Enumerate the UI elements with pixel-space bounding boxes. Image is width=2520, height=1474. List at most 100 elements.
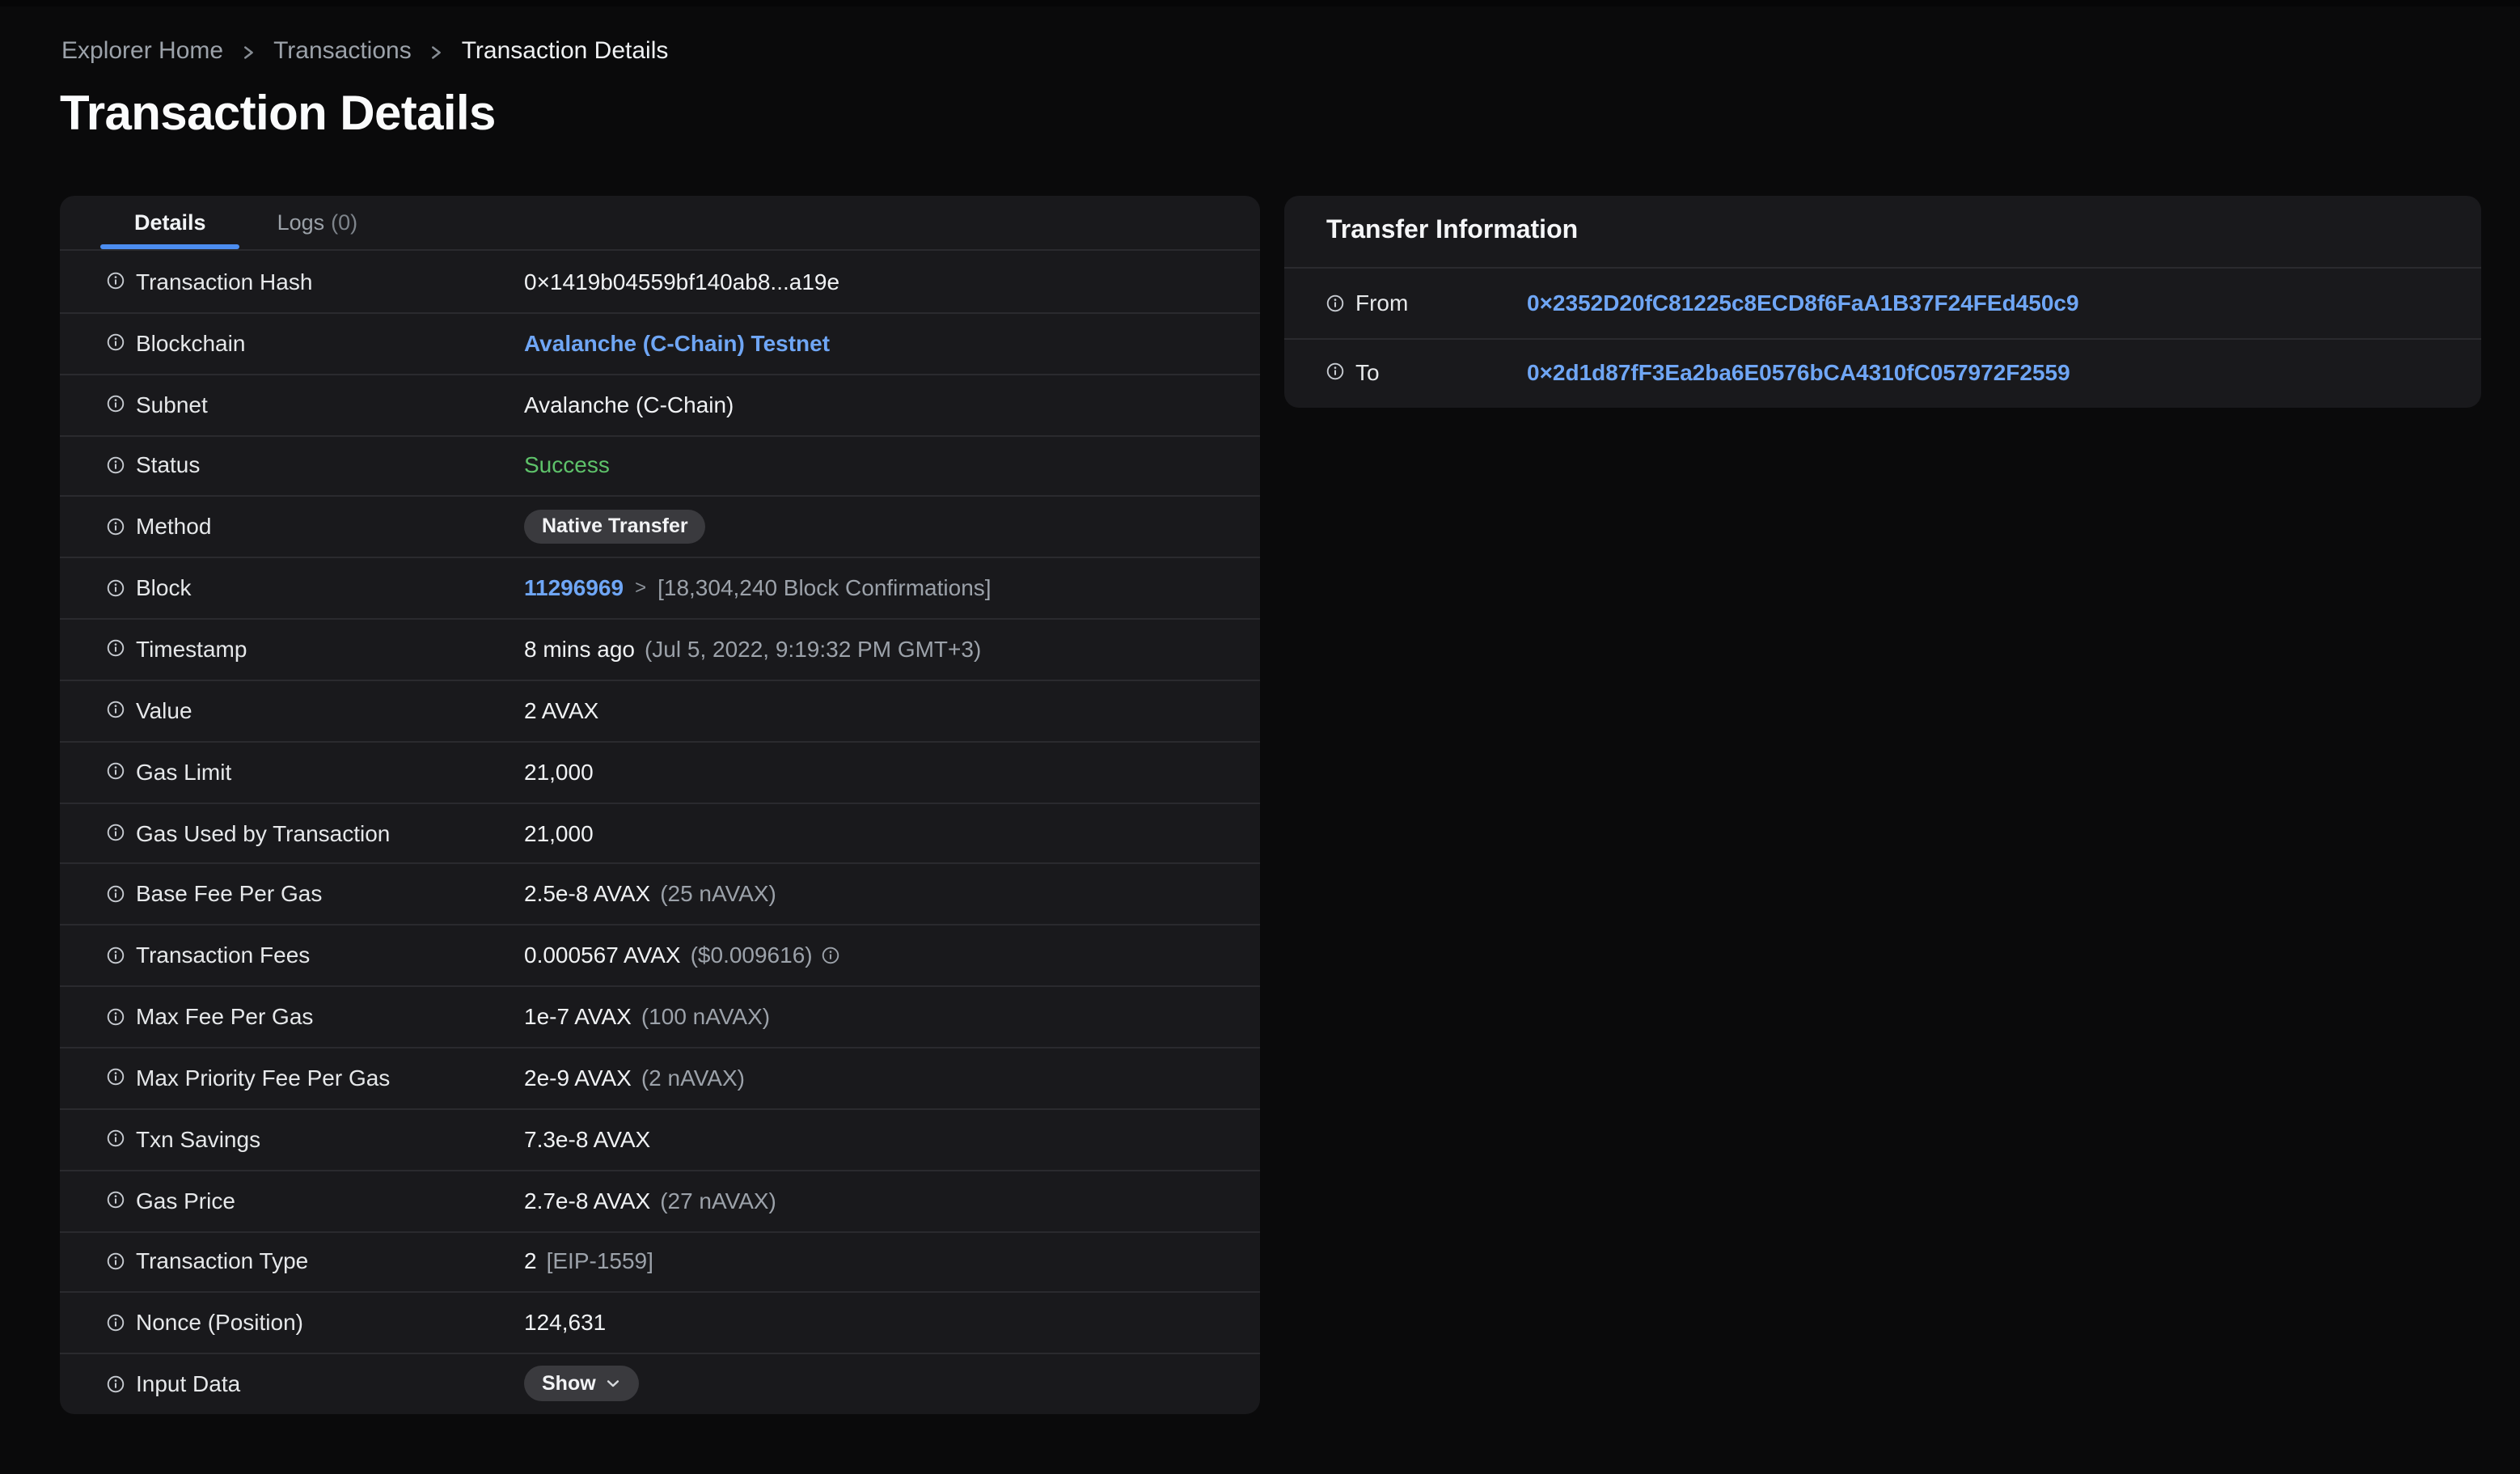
page-title: Transaction Details bbox=[60, 87, 496, 141]
detail-row: Subnet Avalanche (C-Chain) bbox=[60, 373, 1260, 434]
block-link[interactable]: 11296969 bbox=[524, 574, 624, 600]
row-label: Input Data bbox=[136, 1370, 241, 1397]
method-badge: Native Transfer bbox=[524, 510, 706, 544]
chevron-down-icon bbox=[606, 1375, 622, 1391]
info-icon[interactable] bbox=[107, 334, 125, 352]
detail-row: Base Fee Per Gas 2.5e-8 AVAX (25 nAVAX) bbox=[60, 862, 1260, 925]
value-text: 2e-9 AVAX bbox=[524, 1064, 632, 1091]
info-icon[interactable] bbox=[107, 1191, 125, 1209]
chevron-right-icon bbox=[239, 43, 257, 61]
detail-row: Max Priority Fee Per Gas 2e-9 AVAX (2 nAVA… bbox=[60, 1046, 1260, 1108]
value-text: 2.7e-8 AVAX bbox=[524, 1187, 651, 1214]
value-text: 21,000 bbox=[524, 820, 594, 846]
value-secondary: (25 nAVAX) bbox=[660, 880, 776, 907]
info-icon[interactable] bbox=[1326, 294, 1344, 312]
info-icon[interactable] bbox=[107, 1252, 125, 1270]
row-value: 2e-9 AVAX (2 nAVAX) bbox=[524, 1065, 745, 1091]
info-icon[interactable] bbox=[107, 1374, 125, 1392]
info-icon[interactable] bbox=[107, 885, 125, 903]
detail-row: Timestamp 8 mins ago (Jul 5, 2022, 9:19:32… bbox=[60, 618, 1260, 680]
info-icon[interactable] bbox=[107, 456, 125, 474]
chevron-separator: > bbox=[635, 576, 647, 599]
row-label: Nonce (Position) bbox=[136, 1309, 303, 1336]
info-icon[interactable] bbox=[107, 395, 125, 413]
detail-row: Input Data Show bbox=[60, 1353, 1260, 1414]
tab-logs[interactable]: Logs (0) bbox=[242, 196, 394, 249]
info-icon[interactable] bbox=[107, 273, 125, 290]
detail-row: Max Fee Per Gas 1e-7 AVAX (100 nAVAX) bbox=[60, 985, 1260, 1047]
value-text: 21,000 bbox=[524, 758, 594, 785]
row-value: Native Transfer bbox=[524, 510, 706, 544]
row-value: 0×1419b04559bf140ab8...a19e bbox=[524, 269, 839, 294]
row-value: Success bbox=[524, 452, 610, 478]
page: Explorer Home Transactions Transaction D… bbox=[0, 0, 2520, 1474]
value-text: Avalanche (C-Chain) bbox=[524, 391, 734, 417]
row-label: Value bbox=[136, 697, 192, 723]
value-text: 124,631 bbox=[524, 1309, 607, 1336]
row-value: 2 AVAX bbox=[524, 697, 598, 723]
row-value: 124,631 bbox=[524, 1310, 606, 1336]
value-text: 1e-7 AVAX bbox=[524, 1003, 632, 1030]
value-secondary: (Jul 5, 2022, 9:19:32 PM GMT+3) bbox=[644, 635, 982, 662]
transfer-row-from: From 0×2352D20fC81225c8ECD8f6FaA1B37F24F… bbox=[1284, 269, 2481, 337]
info-icon[interactable] bbox=[107, 1069, 125, 1086]
row-label: Base Fee Per Gas bbox=[136, 880, 323, 907]
info-icon[interactable] bbox=[107, 1007, 125, 1025]
row-label: Blockchain bbox=[136, 329, 246, 356]
fee-info-icon[interactable] bbox=[822, 946, 840, 964]
info-icon[interactable] bbox=[107, 1314, 125, 1332]
detail-row: Blockchain Avalanche (C-Chain) Testnet bbox=[60, 311, 1260, 374]
row-label: Transaction Fees bbox=[136, 942, 311, 968]
detail-row: Gas Price 2.7e-8 AVAX (27 nAVAX) bbox=[60, 1169, 1260, 1230]
info-icon[interactable] bbox=[107, 578, 125, 596]
row-value: 21,000 bbox=[524, 820, 594, 845]
transfer-row-to: To 0×2d1d87fF3Ea2ba6E0576bCA4310fC057972… bbox=[1284, 337, 2481, 406]
value-text: 0.000567 AVAX bbox=[524, 942, 681, 968]
from-address-link[interactable]: 0×2352D20fC81225c8ECD8f6FaA1B37F24FEd450… bbox=[1527, 290, 2079, 316]
detail-row: Transaction Hash 0×1419b04559bf140ab8...a… bbox=[60, 251, 1260, 312]
row-value: Avalanche (C-Chain) Testnet bbox=[524, 330, 830, 356]
info-icon[interactable] bbox=[107, 1129, 125, 1147]
show-input-data-button[interactable]: Show bbox=[524, 1365, 640, 1402]
button-label: Show bbox=[542, 1371, 596, 1395]
value-secondary: (27 nAVAX) bbox=[660, 1187, 776, 1214]
row-label: Transaction Type bbox=[136, 1247, 309, 1274]
detail-row: Gas Used by Transaction 21,000 bbox=[60, 802, 1260, 863]
row-value: Show bbox=[524, 1365, 640, 1402]
row-label: Timestamp bbox=[136, 635, 247, 662]
row-value: 2.5e-8 AVAX (25 nAVAX) bbox=[524, 881, 776, 907]
info-icon[interactable] bbox=[1326, 363, 1344, 381]
transfer-information-title: Transfer Information bbox=[1284, 196, 2481, 269]
info-icon[interactable] bbox=[107, 946, 125, 964]
to-address-link[interactable]: 0×2d1d87fF3Ea2ba6E0576bCA4310fC057972F25… bbox=[1527, 359, 2070, 385]
breadcrumb-current-page: Transaction Details bbox=[461, 37, 669, 65]
row-value: 2 [EIP-1559] bbox=[524, 1248, 653, 1274]
detail-row: Gas Limit 21,000 bbox=[60, 740, 1260, 803]
info-icon[interactable] bbox=[107, 518, 125, 536]
breadcrumb-transactions[interactable]: Transactions bbox=[273, 37, 412, 65]
info-icon[interactable] bbox=[107, 824, 125, 841]
row-label: Gas Price bbox=[136, 1187, 235, 1214]
value-text: 2 AVAX bbox=[524, 697, 599, 723]
row-label: Txn Savings bbox=[136, 1125, 261, 1152]
transaction-details-card: Details Logs (0) Transaction Hash 0×1419b… bbox=[60, 196, 1260, 1414]
row-label: Method bbox=[136, 513, 212, 540]
breadcrumb-explorer-home[interactable]: Explorer Home bbox=[61, 37, 223, 65]
info-icon[interactable] bbox=[107, 640, 125, 658]
detail-row: Status Success bbox=[60, 434, 1260, 496]
row-label: Status bbox=[136, 451, 201, 478]
row-label: Subnet bbox=[136, 391, 208, 417]
value-text: 8 mins ago bbox=[524, 635, 635, 662]
detail-row: Nonce (Position) 124,631 bbox=[60, 1291, 1260, 1353]
tab-details[interactable]: Details bbox=[99, 196, 242, 249]
info-icon[interactable] bbox=[107, 762, 125, 780]
blockchain-link[interactable]: Avalanche (C-Chain) Testnet bbox=[524, 330, 830, 356]
tab-logs-count: (0) bbox=[331, 210, 358, 235]
row-value: 2.7e-8 AVAX (27 nAVAX) bbox=[524, 1187, 776, 1213]
info-icon[interactable] bbox=[107, 701, 125, 719]
transfer-row-label: To bbox=[1355, 358, 1380, 385]
value-text: 7.3e-8 AVAX bbox=[524, 1125, 651, 1152]
value-text: 2 bbox=[524, 1247, 537, 1274]
value-text: 2.5e-8 AVAX bbox=[524, 880, 651, 907]
tab-details-label: Details bbox=[134, 210, 206, 235]
